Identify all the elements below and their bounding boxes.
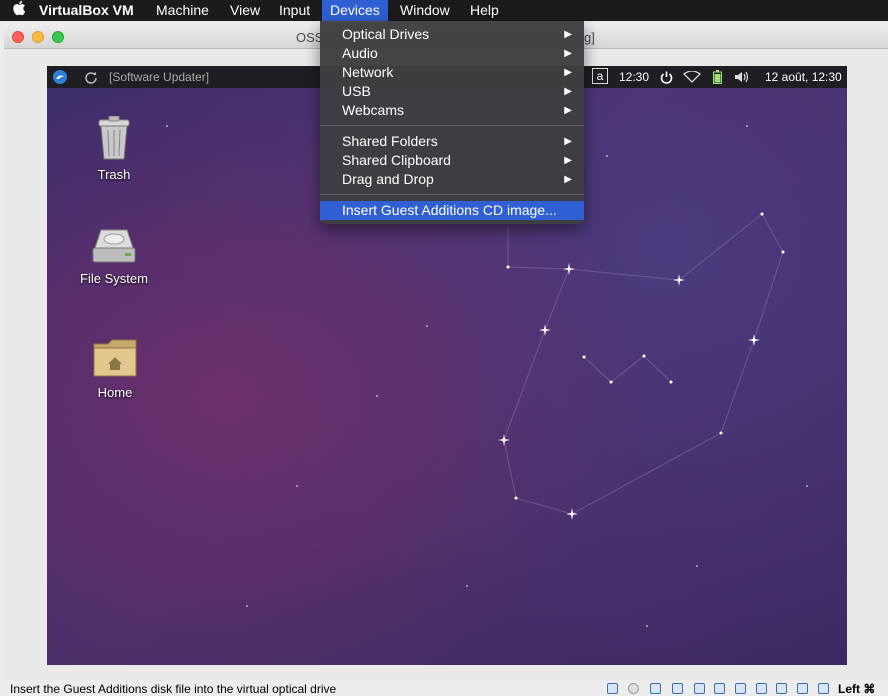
panel-datetime[interactable]: 12 août, 12:30 xyxy=(765,66,842,88)
menu-help[interactable]: Help xyxy=(462,0,507,21)
menu-machine[interactable]: Machine xyxy=(148,0,217,21)
menu-item-label: Webcams xyxy=(342,102,404,118)
battery-icon[interactable] xyxy=(711,66,723,88)
menu-item-label: Optical Drives xyxy=(342,26,430,42)
menu-item-optical-drives[interactable]: Optical Drives ▶ xyxy=(320,25,584,44)
menu-item-audio[interactable]: Audio ▶ xyxy=(320,44,584,63)
refresh-icon xyxy=(83,66,99,88)
usb-status-icon[interactable] xyxy=(694,683,705,694)
menu-window[interactable]: Window xyxy=(392,0,458,21)
taskbar-item-software-updater[interactable]: [Software Updater] xyxy=(109,66,209,88)
menu-item-usb[interactable]: USB ▶ xyxy=(320,82,584,101)
hard-disk-status-icon[interactable] xyxy=(607,683,618,694)
keyboard-capture-status-icon[interactable] xyxy=(818,683,829,694)
wifi-icon[interactable] xyxy=(682,66,702,88)
zoom-window-button[interactable] xyxy=(52,31,64,43)
submenu-arrow-icon: ▶ xyxy=(564,105,572,116)
menu-view[interactable]: View xyxy=(222,0,268,21)
desktop-icon-label: File System xyxy=(80,271,148,286)
submenu-arrow-icon: ▶ xyxy=(564,136,572,147)
submenu-arrow-icon: ▶ xyxy=(564,155,572,166)
menu-item-label: USB xyxy=(342,83,371,99)
menu-item-insert-guest-additions[interactable]: Insert Guest Additions CD image... xyxy=(320,201,584,220)
power-icon[interactable] xyxy=(658,66,674,88)
apple-icon[interactable] xyxy=(4,0,34,21)
submenu-arrow-icon: ▶ xyxy=(564,174,572,185)
menu-item-label: Network xyxy=(342,64,394,80)
network-status-icon[interactable] xyxy=(672,683,683,694)
menu-item-shared-folders[interactable]: Shared Folders ▶ xyxy=(320,132,584,151)
app-menu[interactable]: VirtualBox VM xyxy=(31,0,142,21)
menu-item-label: Shared Folders xyxy=(342,133,438,149)
submenu-arrow-icon: ▶ xyxy=(564,86,572,97)
desktop-icon-label: Home xyxy=(97,385,133,400)
home-folder-icon xyxy=(93,339,137,377)
menu-separator xyxy=(320,125,584,126)
submenu-arrow-icon: ▶ xyxy=(564,29,572,40)
submenu-arrow-icon: ▶ xyxy=(564,67,572,78)
close-window-button[interactable] xyxy=(12,31,24,43)
desktop-icon-trash[interactable]: Trash xyxy=(59,115,169,182)
menu-devices[interactable]: Devices xyxy=(322,0,388,21)
trash-icon xyxy=(98,115,130,160)
panel-time: 12:30 xyxy=(619,70,650,84)
devices-menu-dropdown: Optical Drives ▶ Audio ▶ Network ▶ USB ▶ Web… xyxy=(320,21,584,224)
menu-item-network[interactable]: Network ▶ xyxy=(320,63,584,82)
recording-status-icon[interactable] xyxy=(756,683,767,694)
audio-status-icon[interactable] xyxy=(650,683,661,694)
shared-folders-status-icon[interactable] xyxy=(714,683,725,694)
display-status-icon[interactable] xyxy=(735,683,746,694)
volume-icon[interactable] xyxy=(733,66,751,88)
menu-item-label: Drag and Drop xyxy=(342,171,434,187)
submenu-arrow-icon: ▶ xyxy=(564,48,572,59)
mouse-integration-status-icon[interactable] xyxy=(797,683,808,694)
menu-item-webcams[interactable]: Webcams ▶ xyxy=(320,101,584,120)
menu-input[interactable]: Input xyxy=(271,0,318,21)
minimize-window-button[interactable] xyxy=(32,31,44,43)
mac-menu-bar: VirtualBox VM Machine View Input Devices… xyxy=(0,0,888,21)
menu-item-label: Shared Clipboard xyxy=(342,152,451,168)
menu-item-shared-clipboard[interactable]: Shared Clipboard ▶ xyxy=(320,151,584,170)
menu-item-label: Insert Guest Additions CD image... xyxy=(342,202,557,218)
host-key-indicator: Left ⌘ xyxy=(838,682,876,696)
cpu-status-icon[interactable] xyxy=(776,683,787,694)
desktop-icon-home[interactable]: Home xyxy=(60,338,170,400)
desktop-icon-file-system[interactable]: File System xyxy=(59,228,169,286)
window-title-right: g] xyxy=(584,30,595,45)
status-message: Insert the Guest Additions disk file int… xyxy=(10,682,337,696)
keyboard-layout-indicator[interactable]: a xyxy=(592,68,608,84)
menu-item-drag-and-drop[interactable]: Drag and Drop ▶ xyxy=(320,170,584,189)
optical-drive-status-icon[interactable] xyxy=(628,683,639,694)
whisker-menu-icon[interactable] xyxy=(51,66,69,88)
menu-separator xyxy=(320,194,584,195)
desktop-icon-label: Trash xyxy=(97,167,131,182)
menu-item-label: Audio xyxy=(342,45,378,61)
vm-status-bar: Insert the Guest Additions disk file int… xyxy=(0,680,888,696)
hard-drive-icon xyxy=(92,229,136,263)
